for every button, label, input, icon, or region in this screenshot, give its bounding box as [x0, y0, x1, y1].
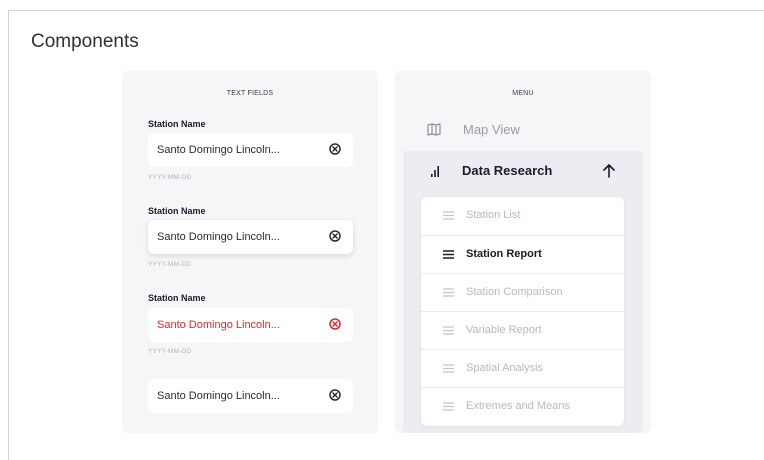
menu-heading: MENU — [512, 90, 534, 97]
menu-item-label: Data Research — [462, 163, 553, 178]
data-research-group: Data Research Station List Station Repor… — [403, 151, 643, 433]
submenu-item-station-report[interactable]: Station Report — [421, 235, 624, 273]
arrow-up-icon[interactable] — [602, 163, 616, 178]
station-name-value: Santo Domingo Lincoln... — [157, 231, 280, 243]
station-name-field[interactable]: Santo Domingo Lincoln... — [148, 133, 353, 167]
submenu-item-extremes-and-means[interactable]: Extremes and Means — [421, 387, 624, 425]
station-name-helper: YYYY-MM-DD — [148, 261, 192, 268]
list-icon — [443, 288, 454, 297]
submenu-item-spatial-analysis[interactable]: Spatial Analysis — [421, 349, 624, 387]
station-name-field-error[interactable]: Santo Domingo Lincoln... — [148, 308, 353, 342]
list-icon — [443, 402, 454, 411]
page-title: Components — [31, 31, 139, 52]
station-name-value: Santo Domingo Lincoln... — [157, 319, 280, 331]
submenu-item-label: Variable Report — [466, 324, 542, 336]
list-icon — [443, 326, 454, 335]
station-name-label: Station Name — [148, 206, 206, 216]
station-name-value: Santo Domingo Lincoln... — [157, 390, 280, 402]
station-name-value: Santo Domingo Lincoln... — [157, 144, 280, 156]
submenu-item-label: Station Report — [466, 248, 542, 260]
clear-icon[interactable] — [329, 143, 341, 155]
station-name-helper: YYYY-MM-DD — [148, 348, 192, 355]
text-fields-heading: TEXT FIELDS — [226, 90, 274, 97]
menu-item-label: Map View — [463, 122, 520, 137]
text-fields-panel: TEXT FIELDS Station Name Santo Domingo L… — [122, 71, 378, 433]
station-name-field-focused[interactable]: Santo Domingo Lincoln... — [148, 220, 353, 254]
submenu-item-station-list[interactable]: Station List — [421, 197, 624, 235]
list-icon — [443, 211, 454, 220]
bar-chart-icon — [431, 166, 439, 177]
list-icon — [443, 364, 454, 373]
submenu-item-label: Spatial Analysis — [466, 362, 544, 374]
menu-panel: MENU Map View Data Research Station List… — [395, 71, 651, 433]
station-name-label: Station Name — [148, 293, 206, 303]
station-name-helper: YYYY-MM-DD — [148, 174, 192, 181]
map-icon — [427, 123, 441, 136]
clear-icon[interactable] — [329, 318, 341, 330]
submenu-item-label: Station Comparison — [466, 286, 563, 298]
submenu-item-station-comparison[interactable]: Station Comparison — [421, 273, 624, 311]
data-research-submenu: Station List Station Report Station Comp… — [421, 197, 624, 426]
clear-icon[interactable] — [329, 389, 341, 401]
station-name-field[interactable]: Santo Domingo Lincoln... — [148, 379, 353, 413]
list-icon — [443, 250, 454, 259]
submenu-item-label: Station List — [466, 209, 521, 221]
clear-icon[interactable] — [329, 230, 341, 242]
submenu-item-variable-report[interactable]: Variable Report — [421, 311, 624, 349]
menu-item-data-research[interactable]: Data Research — [403, 151, 643, 191]
station-name-label: Station Name — [148, 119, 206, 129]
submenu-item-label: Extremes and Means — [466, 400, 570, 412]
